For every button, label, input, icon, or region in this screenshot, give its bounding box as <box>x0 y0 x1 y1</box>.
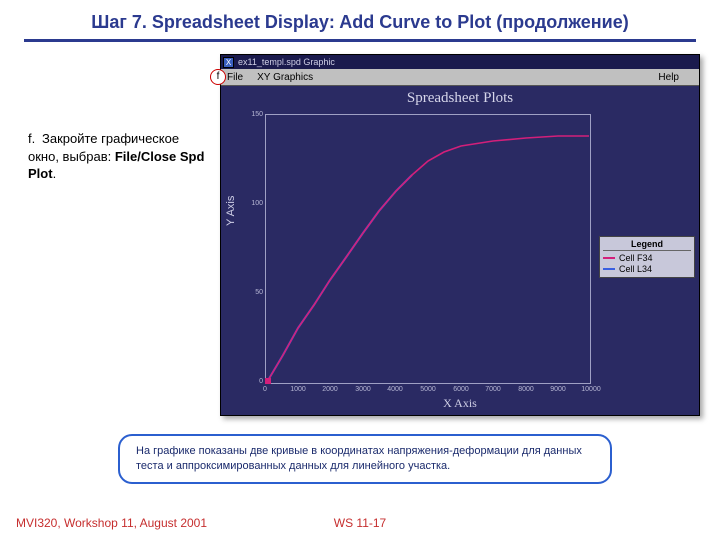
window-menubar: File XY Graphics Help <box>221 69 699 86</box>
graphic-window: X ex11_templ.spd Graphic File XY Graphic… <box>220 54 700 416</box>
instruction-text-c: . <box>53 166 57 181</box>
window-titlebar: X ex11_templ.spd Graphic <box>221 55 699 69</box>
xtick-0: 0 <box>263 386 267 393</box>
plot-curves <box>265 114 591 384</box>
xtick-8: 8000 <box>518 386 534 393</box>
xtick-2: 2000 <box>322 386 338 393</box>
instruction-letter: f. <box>28 130 42 148</box>
window-title-text: ex11_templ.spd Graphic <box>238 57 335 67</box>
step-marker-f: f <box>210 69 226 85</box>
title-rule <box>24 39 696 42</box>
xtick-1: 1000 <box>290 386 306 393</box>
ytick-1: 50 <box>239 289 263 296</box>
xtick-6: 6000 <box>453 386 469 393</box>
caption-box: На графике показаны две кривые в координ… <box>118 434 612 484</box>
legend-row-0: Cell F34 <box>603 253 691 263</box>
legend-label-0: Cell F34 <box>619 253 653 263</box>
curve-cell-f34 <box>267 136 589 382</box>
menu-xy-graphics[interactable]: XY Graphics <box>257 72 313 83</box>
legend-swatch-1 <box>603 268 615 270</box>
content-area: f.Закройте графическое окно, выбрав: Fil… <box>0 52 720 472</box>
legend-title: Legend <box>603 239 691 251</box>
xtick-9: 9000 <box>550 386 566 393</box>
origin-marker-icon <box>265 378 271 384</box>
window-control-icon[interactable]: X <box>223 57 234 68</box>
ytick-2: 100 <box>239 200 263 207</box>
xtick-7: 7000 <box>485 386 501 393</box>
curve-cell-l34 <box>267 175 412 382</box>
xtick-3: 3000 <box>355 386 371 393</box>
ytick-3: 150 <box>239 111 263 118</box>
xtick-5: 5000 <box>420 386 436 393</box>
page-title: Шаг 7. Spreadsheet Display: Add Curve to… <box>0 0 720 39</box>
plot-title: Spreadsheet Plots <box>221 86 699 107</box>
footer-center: WS 11-17 <box>0 516 720 530</box>
xtick-4: 4000 <box>387 386 403 393</box>
x-axis-label: X Axis <box>221 396 699 411</box>
menu-help[interactable]: Help <box>658 72 679 83</box>
instruction-item: f.Закройте графическое окно, выбрав: Fil… <box>28 130 208 183</box>
plot-area: Spreadsheet Plots Y Axis X Axis 0 50 100… <box>221 86 699 415</box>
menu-file[interactable]: File <box>227 72 243 83</box>
legend-swatch-0 <box>603 257 615 259</box>
plot-legend: Legend Cell F34 Cell L34 <box>599 236 695 278</box>
legend-label-1: Cell L34 <box>619 264 652 274</box>
ytick-0: 0 <box>239 378 263 385</box>
y-axis-label: Y Axis <box>225 196 237 226</box>
xtick-10: 10000 <box>581 386 600 393</box>
legend-row-1: Cell L34 <box>603 264 691 274</box>
